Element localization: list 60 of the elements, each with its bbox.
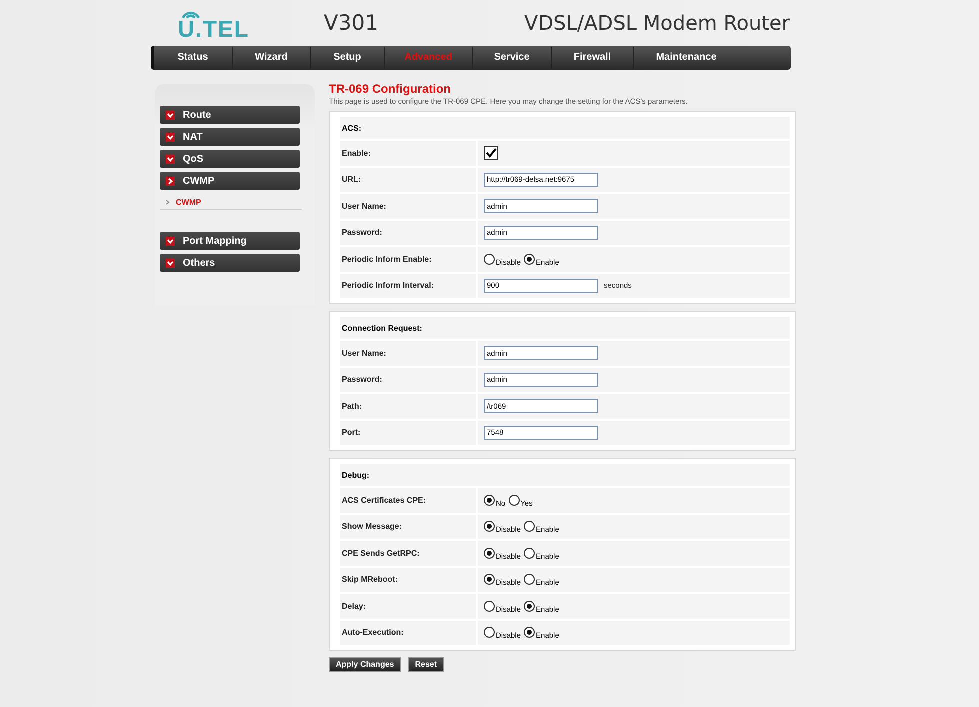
- sidebar-label: Others: [183, 258, 216, 268]
- radio-button[interactable]: [524, 627, 536, 638]
- radio-button[interactable]: [484, 254, 495, 265]
- field-label: Auto-Execution:: [340, 620, 478, 645]
- radio-button[interactable]: [484, 627, 495, 638]
- field-label: ACS Certificates CPE:: [340, 488, 478, 512]
- radio-button[interactable]: [524, 548, 536, 559]
- sidebar-item[interactable]: NAT: [160, 128, 300, 146]
- sidebar-label: QoS: [183, 154, 204, 164]
- sidebar-subitem[interactable]: CWMP: [176, 198, 202, 207]
- radio-button[interactable]: [484, 521, 495, 532]
- field-label: Password:: [340, 220, 478, 245]
- radio-button[interactable]: [484, 548, 495, 559]
- sidebar-item[interactable]: Port Mapping: [160, 232, 300, 250]
- sidebar-item[interactable]: Route: [160, 106, 300, 124]
- radio-button[interactable]: [524, 254, 536, 265]
- section-heading: Debug:: [340, 464, 790, 486]
- radio-button[interactable]: [524, 600, 536, 612]
- radio-button[interactable]: [524, 521, 536, 532]
- field-label: URL:: [340, 168, 478, 192]
- field-label: Show Message:: [340, 514, 478, 539]
- form-button[interactable]: Reset: [408, 657, 444, 672]
- sidebar-label: Port Mapping: [183, 236, 247, 246]
- field-label: Password:: [340, 368, 478, 392]
- radio-button[interactable]: [484, 574, 495, 586]
- field-label: Path:: [340, 394, 478, 418]
- field-label: Periodic Inform Enable:: [340, 247, 478, 272]
- chevron-icon: [166, 200, 170, 205]
- field-label: Port:: [340, 420, 478, 445]
- radio-button[interactable]: [484, 494, 495, 506]
- field-label: Periodic Inform Interval:: [340, 274, 478, 298]
- field-label: User Name:: [340, 194, 478, 218]
- nav-tab[interactable]: Service: [473, 47, 552, 69]
- page-title: TR-069 Configuration: [329, 82, 452, 96]
- radio-button[interactable]: [524, 574, 536, 586]
- nav-tab[interactable]: Status: [154, 47, 233, 69]
- field-label: Skip MReboot:: [340, 568, 478, 592]
- nav-tab[interactable]: Firewall: [552, 47, 634, 69]
- radio-button[interactable]: [508, 494, 520, 506]
- field-label: User Name:: [340, 341, 478, 366]
- logo-text: U.TEL: [178, 16, 250, 40]
- sidebar-label: CWMP: [183, 176, 215, 186]
- field-label: CPE Sends GetRPC:: [340, 541, 478, 566]
- sidebar-item[interactable]: Others: [160, 254, 300, 272]
- sidebar-label: NAT: [183, 132, 203, 142]
- product-title: VDSL/ADSL Modem Router: [524, 11, 790, 35]
- nav-tab[interactable]: Maintenance: [634, 47, 739, 69]
- sidebar-label: Route: [183, 110, 212, 120]
- section-heading: ACS:: [340, 117, 790, 139]
- checkbox[interactable]: [484, 146, 498, 160]
- section-heading: Connection Request:: [340, 317, 790, 339]
- model-name: V301: [324, 11, 378, 35]
- nav-tab[interactable]: Setup: [311, 47, 385, 69]
- sidebar-item[interactable]: CWMP: [160, 172, 300, 190]
- nav-tab[interactable]: Wizard: [233, 47, 311, 69]
- field-label: Delay:: [340, 594, 478, 618]
- form-button[interactable]: Apply Changes: [329, 657, 402, 672]
- field-label: Enable:: [340, 141, 478, 166]
- sidebar-item[interactable]: QoS: [160, 150, 300, 168]
- radio-button[interactable]: [484, 600, 495, 612]
